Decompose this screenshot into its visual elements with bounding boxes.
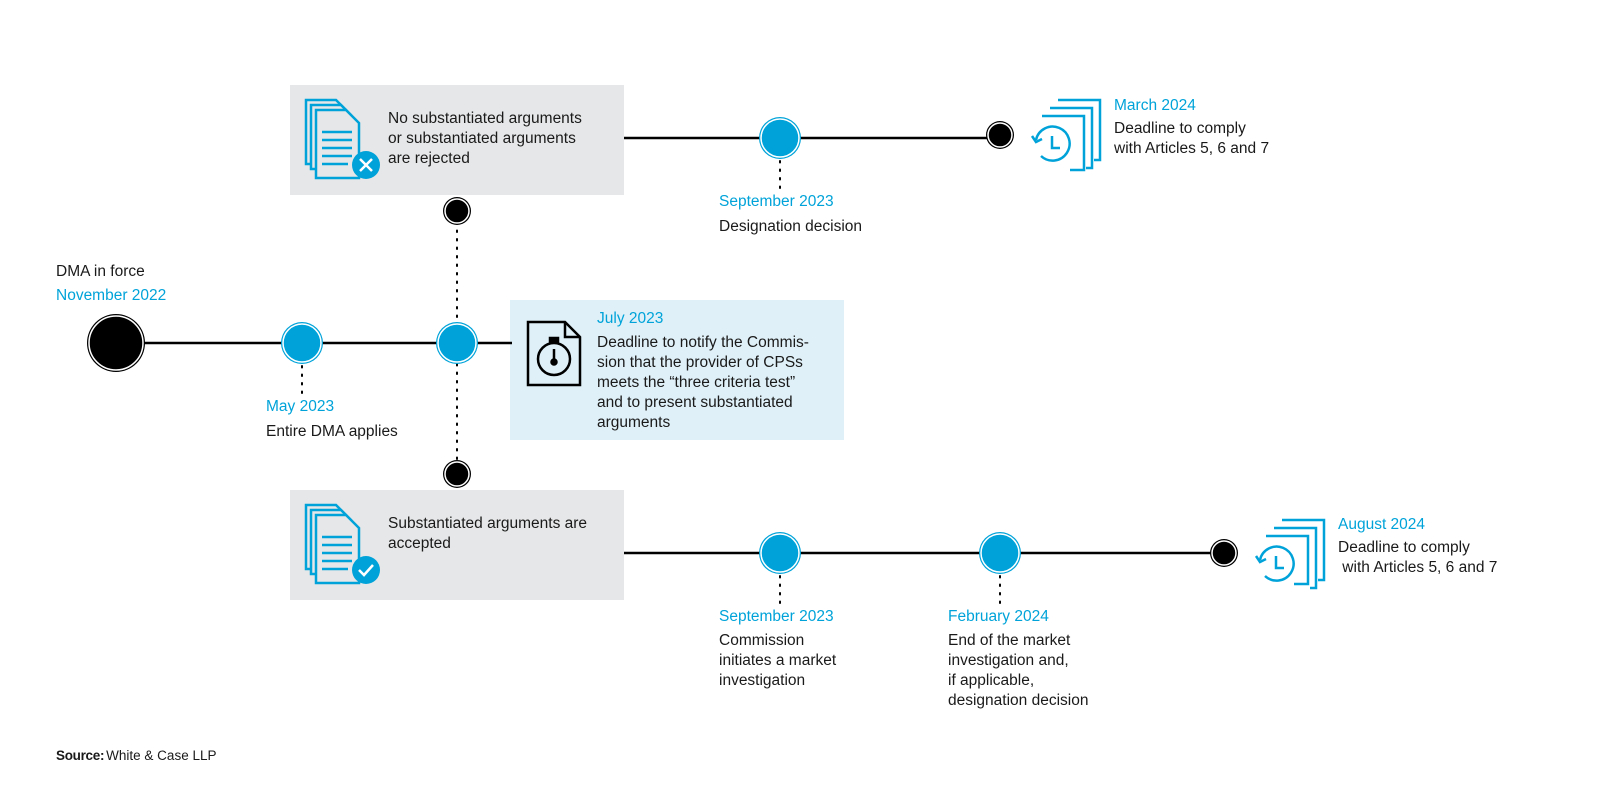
feb-2024-node <box>979 532 1021 574</box>
source-value: White & Case LLP <box>106 748 217 763</box>
start-label: DMA in force November 2022 <box>56 262 166 306</box>
august-2024-end-node <box>1210 539 1238 567</box>
august-2024-label: August 2024 Deadline to comply with Arti… <box>1338 515 1497 578</box>
feb-2024-text: End of the market investigation and, if … <box>948 632 1089 709</box>
start-title: DMA in force <box>56 263 145 280</box>
march-2024-end-node <box>986 121 1014 149</box>
sep-2023-investigation-date: September 2023 <box>719 608 834 625</box>
stopwatch-document-icon <box>526 320 582 387</box>
july-2023-label: July 2023 Deadline to notify the Commis-… <box>597 309 809 433</box>
march-2024-label: March 2024 Deadline to comply with Artic… <box>1114 96 1269 159</box>
accepted-branch-node <box>443 460 471 488</box>
may-2023-text: Entire DMA applies <box>266 423 398 440</box>
rejected-branch-node <box>443 197 471 225</box>
deadline-clock-icon-august <box>1254 518 1326 590</box>
july-2023-date: July 2023 <box>597 310 664 327</box>
source-note: Source: White & Case LLP <box>56 748 216 763</box>
accepted-panel-text: Substantiated arguments are accepted <box>388 515 588 552</box>
sep-2023-investigation-text: Commission initiates a market investigat… <box>719 632 837 689</box>
august-2024-text: Deadline to comply with Articles 5, 6 an… <box>1338 539 1498 576</box>
source-label: Source: <box>56 748 105 763</box>
july-2023-text: Deadline to notify the Commis- sion that… <box>597 334 809 431</box>
sep-2023-investigation-node <box>759 532 801 574</box>
documents-accepted-icon <box>304 503 380 585</box>
start-node <box>87 314 145 372</box>
feb-2024-label: February 2024 End of the market investig… <box>948 607 1088 711</box>
sep-2023-designation-date: September 2023 <box>719 193 834 210</box>
sep-2023-investigation-label: September 2023 Commission initiates a ma… <box>719 607 836 691</box>
sep-2023-designation-label: September 2023 Designation decision <box>719 192 862 237</box>
august-2024-date: August 2024 <box>1338 516 1426 533</box>
feb-2024-date: February 2024 <box>948 608 1049 625</box>
july-2023-node <box>436 322 478 364</box>
sep-2023-designation-node <box>759 117 801 159</box>
may-2023-label: May 2023 Entire DMA applies <box>266 397 398 442</box>
start-date: November 2022 <box>56 287 167 304</box>
march-2024-date: March 2024 <box>1114 97 1196 114</box>
documents-rejected-icon <box>304 98 380 180</box>
deadline-clock-icon-march <box>1030 98 1102 172</box>
may-2023-node <box>281 322 323 364</box>
march-2024-text: Deadline to comply with Articles 5, 6 an… <box>1114 120 1270 157</box>
sep-2023-designation-text: Designation decision <box>719 218 863 235</box>
may-2023-date: May 2023 <box>266 398 335 415</box>
rejected-panel-text: No substantiated arguments or substantia… <box>388 110 582 167</box>
